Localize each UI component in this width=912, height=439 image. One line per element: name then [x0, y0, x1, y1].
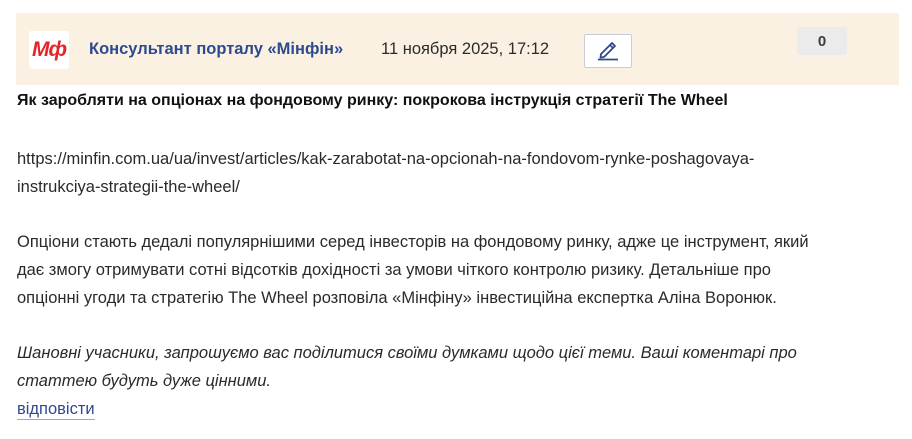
article-url-line: instrukciya-strategii-the-wheel/ — [17, 178, 240, 196]
invitation-line: Шановні учасники, запрошуємо вас поділит… — [17, 344, 797, 362]
edit-button[interactable] — [584, 34, 632, 68]
minfin-logo: Мф — [31, 38, 67, 61]
post-date: 11 ноября 2025, 17:12 — [381, 40, 550, 58]
paragraph-line: дає змогу отримувати сотні відсотків дох… — [17, 261, 771, 279]
post-paragraph: Опціони стають дедалі популярнішими сере… — [17, 228, 857, 312]
author-link[interactable]: Консультант порталу «Мінфін» — [89, 40, 343, 59]
invitation-line: статтею будуть дуже цінними. — [17, 372, 271, 390]
post-title: Як заробляти на опціонах на фондовому ри… — [17, 92, 728, 109]
avatar[interactable]: Мф — [29, 31, 69, 69]
invitation-paragraph: Шановні учасники, запрошуємо вас поділит… — [17, 339, 857, 395]
article-url-line: https://minfin.com.ua/ua/invest/articles… — [17, 150, 755, 168]
article-url: https://minfin.com.ua/ua/invest/articles… — [17, 145, 857, 201]
paragraph-line: Опціони стають дедалі популярнішими сере… — [17, 233, 809, 251]
reply-link[interactable]: відповісти — [17, 399, 95, 420]
post-header: Мф Консультант порталу «Мінфін» 11 ноябр… — [16, 13, 899, 85]
reply-count-badge[interactable]: 0 — [797, 27, 847, 55]
pencil-icon — [595, 37, 621, 66]
paragraph-line: опціонні угоди та стратегію The Wheel ро… — [17, 289, 777, 307]
